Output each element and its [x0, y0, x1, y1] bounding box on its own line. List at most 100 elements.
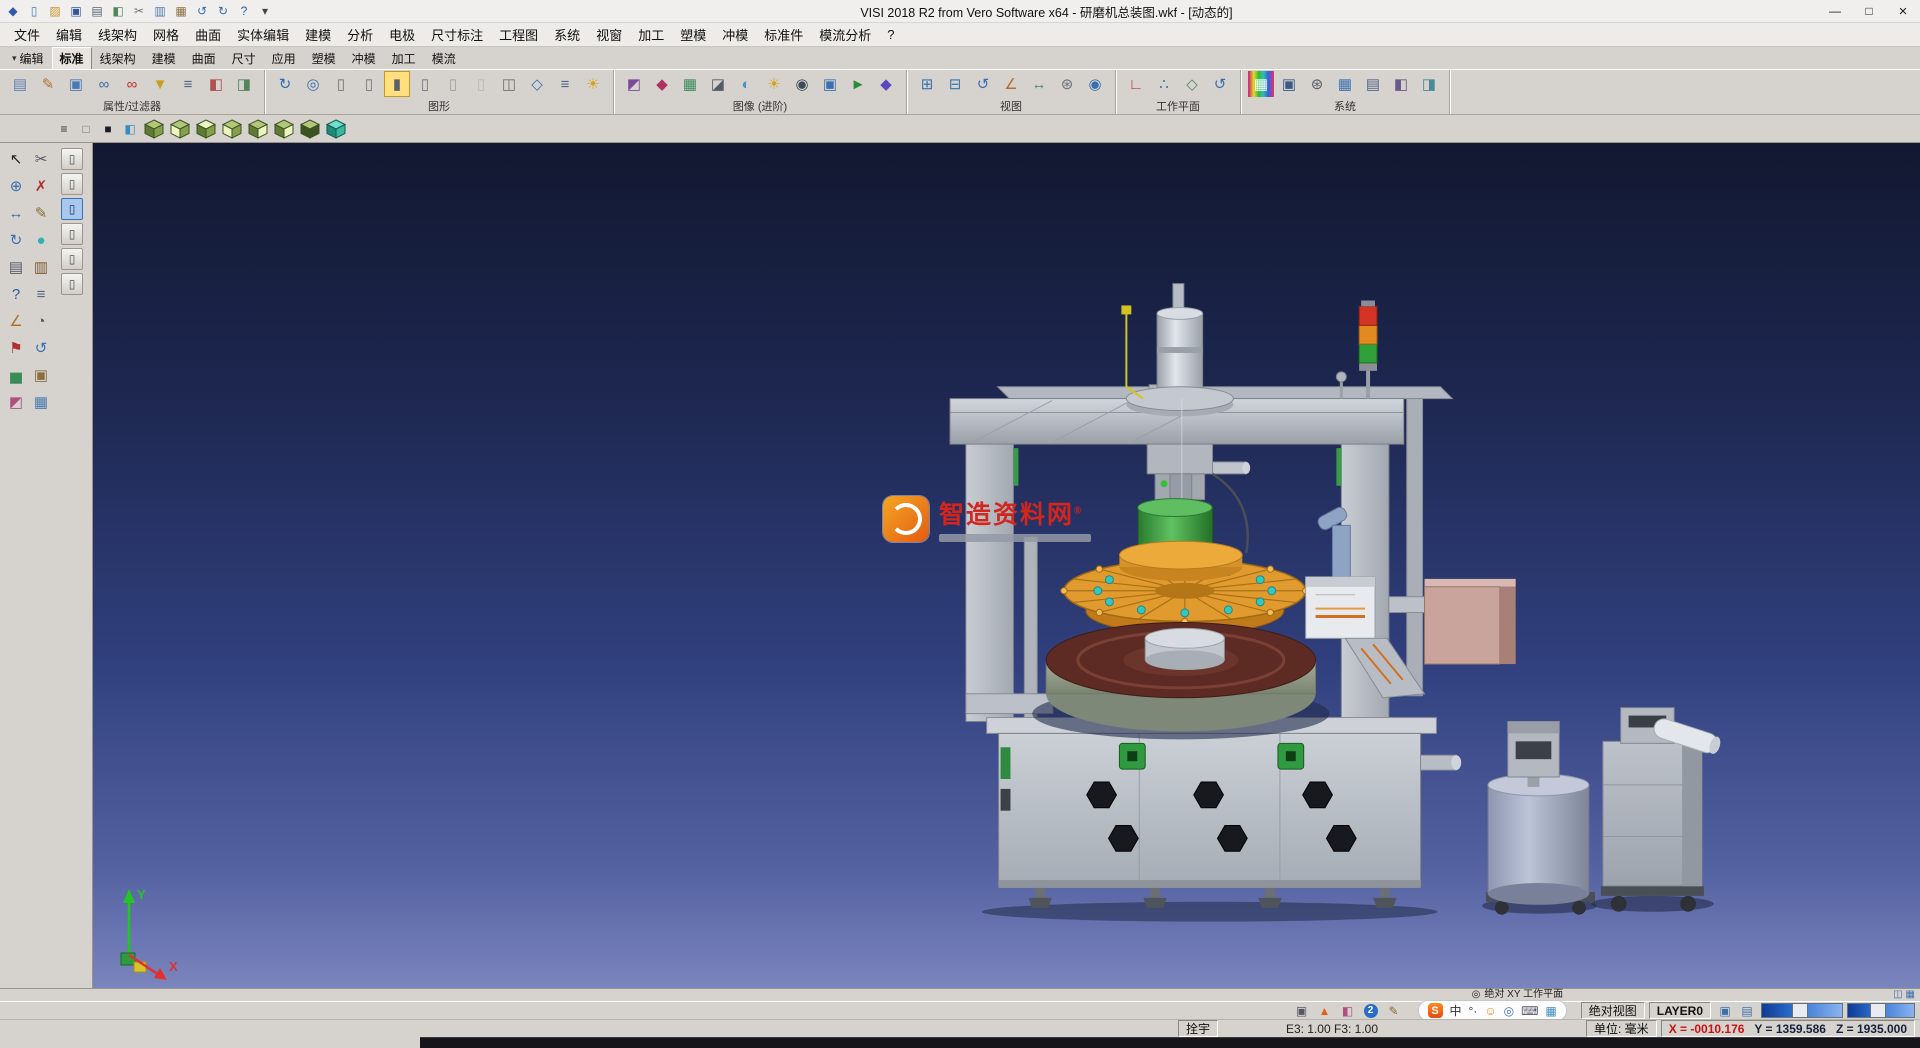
- wireframe-view-icon[interactable]: ▯: [328, 71, 354, 97]
- element-attributes-icon[interactable]: ▤: [7, 71, 33, 97]
- eye-view-icon[interactable]: ◉: [1082, 71, 1108, 97]
- qat-dropdown-icon[interactable]: ▾: [255, 1, 275, 21]
- data-table-icon[interactable]: ▤: [1360, 71, 1386, 97]
- grid-icon[interactable]: ▦: [1332, 71, 1358, 97]
- pan-scrollbar-horizontal[interactable]: [1761, 1003, 1843, 1018]
- print-view-icon[interactable]: ▤: [3, 254, 29, 280]
- menu-item-1[interactable]: 文件: [6, 23, 48, 46]
- quick-view-6-icon[interactable]: ▯: [61, 273, 83, 295]
- tab-10[interactable]: 加工: [384, 47, 424, 70]
- materials-icon[interactable]: ◆: [649, 71, 675, 97]
- select-icon[interactable]: ↖: [3, 146, 29, 172]
- menu-item-8[interactable]: 分析: [339, 23, 381, 46]
- menu-item-14[interactable]: 加工: [630, 23, 672, 46]
- animation-icon[interactable]: ►: [845, 71, 871, 97]
- menu-item-16[interactable]: 冲模: [714, 23, 756, 46]
- palette-mini-icon[interactable]: ◧: [120, 119, 140, 139]
- split-horizontal-icon[interactable]: ◫: [1893, 989, 1902, 1001]
- menu-item-9[interactable]: 电极: [381, 23, 423, 46]
- menu-item-5[interactable]: 曲面: [187, 23, 229, 46]
- redraw-icon[interactable]: ↻: [272, 71, 298, 97]
- plugins-icon[interactable]: ◧: [1388, 71, 1414, 97]
- menu-item-3[interactable]: 线架构: [90, 23, 145, 46]
- render-icon[interactable]: ◩: [621, 71, 647, 97]
- zoom-window-icon[interactable]: ⊟: [942, 71, 968, 97]
- sogou-logo-icon[interactable]: S: [1428, 1003, 1443, 1018]
- tab-2[interactable]: 标准: [52, 47, 92, 70]
- cut-icon[interactable]: ✂: [129, 1, 149, 21]
- textures-icon[interactable]: ▦: [677, 71, 703, 97]
- pan-scrollbar-vertical[interactable]: [1847, 1003, 1915, 1018]
- measure-icon[interactable]: ∠: [3, 308, 29, 334]
- menu-item-17[interactable]: 标准件: [756, 23, 811, 46]
- layer-lock-icon[interactable]: ▣: [1715, 1001, 1735, 1021]
- workspace-icon[interactable]: ◨: [1416, 71, 1442, 97]
- tab-11[interactable]: 模流: [424, 47, 464, 70]
- move-icon[interactable]: ↔: [3, 200, 29, 226]
- shaded-edges-view-icon[interactable]: ▯: [412, 71, 438, 97]
- tab-1[interactable]: ▾编辑: [4, 47, 52, 70]
- paste-side-icon[interactable]: ▦: [28, 389, 54, 415]
- flame-icon[interactable]: ▲: [1315, 1001, 1335, 1021]
- 3d-viewport[interactable]: 智造资料网® Y X: [93, 143, 1920, 988]
- workplane-reset-icon[interactable]: ↺: [1207, 71, 1233, 97]
- undo-icon[interactable]: ↺: [192, 1, 212, 21]
- tab-5[interactable]: 曲面: [184, 47, 224, 70]
- palette-side-icon[interactable]: ◩: [3, 389, 29, 415]
- lights-icon[interactable]: ☀: [761, 71, 787, 97]
- active-layer-cell[interactable]: LAYER0: [1649, 1002, 1711, 1019]
- workplane-origin-icon[interactable]: ∟: [1123, 71, 1149, 97]
- shaded-view-icon[interactable]: ▮: [384, 71, 410, 97]
- quick-view-3-icon[interactable]: ▯: [61, 198, 83, 220]
- measure-distance-icon[interactable]: ↔: [1026, 71, 1052, 97]
- view-cube-bottom-icon[interactable]: [298, 118, 322, 140]
- shadows-icon[interactable]: ◪: [705, 71, 731, 97]
- stats-icon[interactable]: ▅: [3, 362, 29, 388]
- menu-item-15[interactable]: 塑模: [672, 23, 714, 46]
- view-cube-right-icon[interactable]: [246, 118, 270, 140]
- tab-9[interactable]: 冲模: [344, 47, 384, 70]
- hidden-line-view-icon[interactable]: ▯: [356, 71, 382, 97]
- save-file-icon[interactable]: ▣: [66, 1, 86, 21]
- display-layers-icon[interactable]: ≡: [552, 71, 578, 97]
- notebook-icon[interactable]: ▥: [28, 254, 54, 280]
- menu-item-18[interactable]: 模流分析: [811, 23, 879, 46]
- pen-status-icon[interactable]: ✎: [1384, 1001, 1404, 1021]
- gem-render-icon[interactable]: ◆: [873, 71, 899, 97]
- quick-view-5-icon[interactable]: ▯: [61, 248, 83, 270]
- paste-icon[interactable]: ▦: [171, 1, 191, 21]
- menu-item-4[interactable]: 网格: [145, 23, 187, 46]
- camera-icon[interactable]: ◉: [789, 71, 815, 97]
- redo-icon[interactable]: ↻: [213, 1, 233, 21]
- workplane-3point-icon[interactable]: ∴: [1151, 71, 1177, 97]
- menu-item-10[interactable]: 尺寸标注: [423, 23, 491, 46]
- view-cube-back-icon[interactable]: [272, 118, 296, 140]
- ime-lang-icon[interactable]: 中: [1450, 1002, 1462, 1019]
- sketch-icon[interactable]: ✎: [28, 200, 54, 226]
- color-table-icon[interactable]: ▦: [1248, 71, 1274, 97]
- shade-sphere-icon[interactable]: ●: [28, 227, 54, 253]
- measure-angle-icon[interactable]: ∠: [998, 71, 1024, 97]
- info-icon[interactable]: 2: [1361, 1001, 1381, 1021]
- system-options-icon[interactable]: ⊛: [1304, 71, 1330, 97]
- color-filter-icon[interactable]: ◧: [203, 71, 229, 97]
- split-grid-icon[interactable]: ▦: [1906, 989, 1915, 1001]
- white-draw-icon[interactable]: □: [76, 119, 96, 139]
- menu-item-11[interactable]: 工程图: [491, 23, 546, 46]
- trim-icon[interactable]: ✂: [28, 146, 54, 172]
- light-toggle-icon[interactable]: ☀: [580, 71, 606, 97]
- minimize-button[interactable]: —: [1818, 1, 1852, 22]
- preview-icon[interactable]: ◧: [108, 1, 128, 21]
- layer-list-icon[interactable]: ▤: [1737, 1001, 1757, 1021]
- snapshot-icon[interactable]: ▣: [817, 71, 843, 97]
- view-mode-cell[interactable]: 绝对视图: [1581, 1002, 1645, 1019]
- view-cube-iso-icon[interactable]: [142, 118, 166, 140]
- zoom-all-icon[interactable]: ⊞: [914, 71, 940, 97]
- zoom-extents-icon[interactable]: ◎: [300, 71, 326, 97]
- quick-view-1-icon[interactable]: ▯: [61, 148, 83, 170]
- close-button[interactable]: ×: [1886, 1, 1920, 22]
- selection-filter-icon[interactable]: ▼: [147, 71, 173, 97]
- menu-item-19[interactable]: ?: [879, 25, 902, 44]
- menu-item-6[interactable]: 实体编辑: [229, 23, 297, 46]
- view-cube-dynamic-icon[interactable]: [324, 118, 348, 140]
